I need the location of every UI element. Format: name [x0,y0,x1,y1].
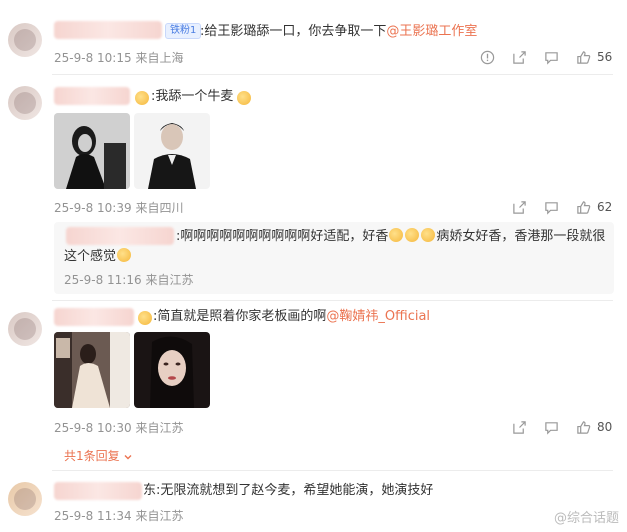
divider [52,470,613,471]
reply-text-body: 这个感觉 [64,249,117,264]
username[interactable] [54,21,162,39]
emoji-icon [138,311,152,325]
emoji-icon [237,91,251,105]
reply-text-line2: 这个感觉 [64,248,132,266]
watermark: @综合话题 [553,511,619,526]
location: 来自上海 [135,51,184,65]
emoji-icon [135,91,149,105]
like-icon [577,421,591,434]
location: 来自江苏 [145,273,194,287]
report-button[interactable] [480,49,495,65]
emoji-icon [421,228,436,242]
emoji-icon [117,248,132,262]
portrait-image-icon [134,332,210,408]
comment-image[interactable] [54,332,130,408]
like-button[interactable] [576,199,591,215]
comment-button[interactable] [544,49,559,65]
username[interactable] [54,87,130,105]
timestamp: 25-9-8 11:34 [54,509,132,523]
avatar[interactable] [8,312,42,346]
comment-icon [545,422,558,435]
timestamp: 25-9-8 10:30 [54,421,132,435]
share-icon [513,421,526,434]
comment-button[interactable] [544,419,559,435]
comment-text-body: :给王影璐舔一口，你去争取一下 [200,24,387,39]
like-icon [577,51,591,64]
username[interactable] [54,308,134,326]
view-replies-link[interactable]: 共1条回复 [64,447,133,464]
timestamp: 25-9-8 11:16 [64,273,142,287]
comment-text: :给王影璐舔一口，你去争取一下@王影璐工作室 [200,23,477,41]
mention-link[interactable]: @鞠婧祎_Official [326,309,430,324]
username[interactable] [54,482,142,500]
comment-icon [545,52,558,65]
comment-text: :我舔一个牛麦 [151,89,234,104]
timestamp: 25-9-8 10:39 [54,201,132,215]
fan-badge: 铁粉1 [165,23,202,39]
comment-image[interactable] [134,332,210,408]
comment-icon [545,202,558,215]
like-count: 56 [597,50,613,64]
chevron-down-icon [124,454,132,459]
comment-meta: 25-9-8 10:15 来自上海 [54,50,183,66]
avatar[interactable] [8,482,42,516]
emoji-icon [389,228,404,242]
comment-image[interactable] [54,113,130,189]
comment-meta: 25-9-8 10:30 来自江苏 [54,420,183,436]
like-count: 80 [597,420,613,434]
share-button[interactable] [512,199,527,215]
like-count: 62 [597,200,613,214]
username[interactable] [66,227,174,245]
like-button[interactable] [576,419,591,435]
location: 来自四川 [135,201,184,215]
comment-text-body: :简直就是照着你家老板画的啊 [153,309,327,324]
reply-meta: 25-9-8 11:16 来自江苏 [64,272,193,288]
share-icon [513,201,526,214]
avatar[interactable] [8,23,42,57]
view-replies-label: 共1条回复 [64,449,120,463]
divider [52,74,613,75]
reply-text-body: :啊啊啊啊啊啊啊啊啊啊好适配，好香 [176,229,389,244]
portrait-image-icon [54,332,130,408]
like-icon [577,201,591,214]
comment-text: :简直就是照着你家老板画的啊@鞠婧祎_Official [153,308,430,326]
share-button[interactable] [512,419,527,435]
location: 来自江苏 [135,509,184,523]
portrait-image-icon [134,113,210,189]
reply-text-continued: 病娇女好香，香港那一段就很 [436,229,606,244]
location: 来自江苏 [135,421,184,435]
divider [52,300,613,301]
share-icon [513,51,526,64]
reply-text: :啊啊啊啊啊啊啊啊啊啊好适配，好香 病娇女好香，香港那一段就很 [176,228,605,246]
comment-button[interactable] [544,199,559,215]
comment-image[interactable] [134,113,210,189]
like-button[interactable] [576,49,591,65]
comment-meta: 25-9-8 10:39 来自四川 [54,200,183,216]
portrait-image-icon [54,113,130,189]
avatar[interactable] [8,86,42,120]
report-icon [480,50,495,65]
mention-link[interactable]: @王影璐工作室 [386,24,477,39]
comment-text: 东:无限流就想到了赵今麦，希望她能演，她演技好 [143,483,434,498]
emoji-icon [405,228,420,242]
comment-meta: 25-9-8 11:34 来自江苏 [54,508,183,524]
timestamp: 25-9-8 10:15 [54,51,132,65]
share-button[interactable] [512,49,527,65]
